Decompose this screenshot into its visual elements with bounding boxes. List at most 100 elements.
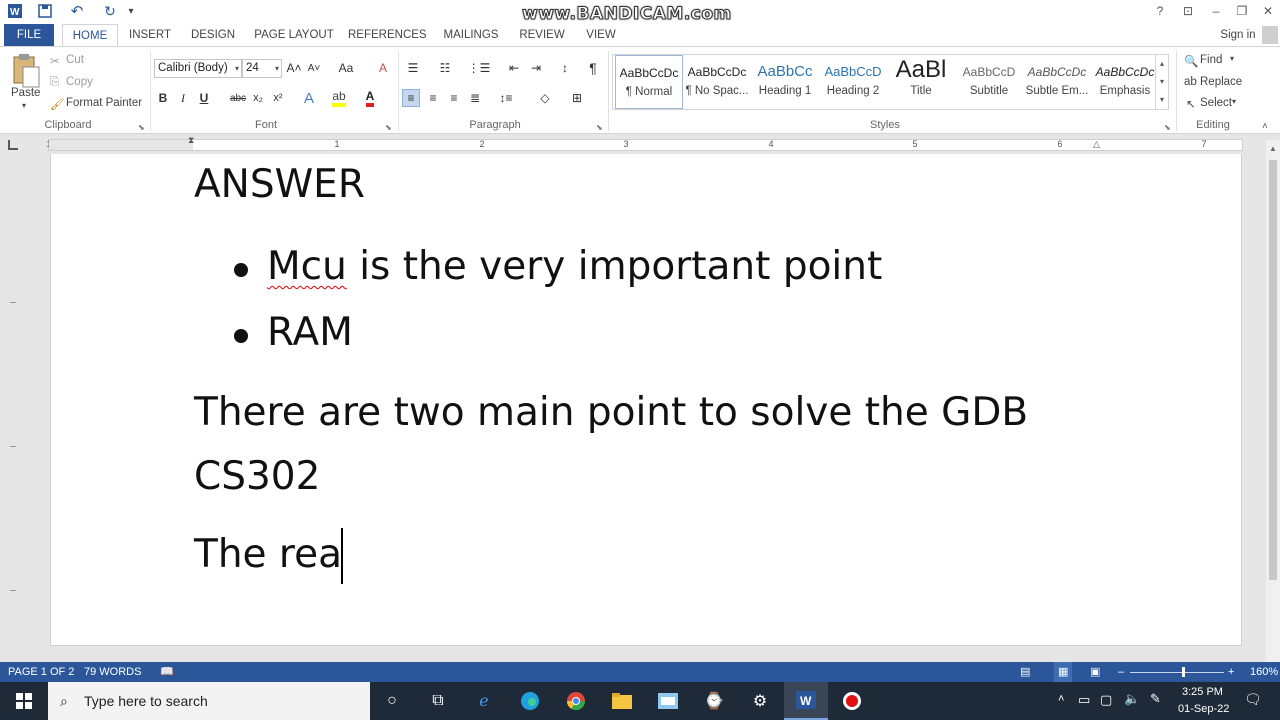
- zoom-in-button[interactable]: +: [1228, 662, 1234, 682]
- word-taskbar-icon[interactable]: W: [784, 682, 828, 720]
- volume-icon[interactable]: 🔈: [1124, 691, 1140, 707]
- scroll-thumb[interactable]: [1269, 160, 1277, 580]
- superscript-button[interactable]: x²: [270, 89, 286, 107]
- notifications-icon[interactable]: 🗨: [1244, 691, 1262, 708]
- subscript-button[interactable]: x₂: [250, 89, 266, 107]
- restore-button[interactable]: ❐: [1228, 0, 1256, 22]
- cut-icon[interactable]: ✂: [50, 54, 60, 68]
- bandicam-record-icon[interactable]: [830, 682, 874, 720]
- doc-paragraph-line[interactable]: The rea: [194, 532, 342, 577]
- align-left-icon[interactable]: ≡: [402, 89, 420, 107]
- cortana-icon[interactable]: ○: [370, 682, 414, 720]
- ribbon-display-options-button[interactable]: ⊡: [1174, 0, 1202, 22]
- font-dialog-launcher-icon[interactable]: ⬊: [385, 123, 392, 132]
- tab-selector-icon[interactable]: [8, 140, 18, 150]
- task-view-icon[interactable]: ⧉: [416, 682, 460, 720]
- taskbar-search-box[interactable]: ⌕ Type here to search: [48, 682, 370, 720]
- network-icon[interactable]: ▭: [1078, 692, 1090, 708]
- page-count[interactable]: PAGE 1 OF 2: [8, 662, 74, 682]
- read-mode-icon[interactable]: ▤: [1020, 662, 1030, 682]
- find-icon[interactable]: 🔍: [1184, 54, 1198, 68]
- clipboard-dialog-launcher-icon[interactable]: ⬊: [138, 123, 145, 132]
- document-page[interactable]: ANSWER Mcu is the very important point R…: [50, 154, 1242, 646]
- sort-icon[interactable]: ↕: [556, 59, 574, 77]
- copy-icon[interactable]: ⎘: [50, 76, 59, 89]
- close-button[interactable]: ✕: [1254, 0, 1280, 22]
- show-formatting-button[interactable]: ¶: [584, 59, 602, 77]
- proofing-icon[interactable]: 📖: [160, 662, 174, 682]
- styles-dialog-launcher-icon[interactable]: ⬊: [1164, 123, 1171, 132]
- tab-home[interactable]: HOME: [62, 24, 118, 47]
- edge-legacy-icon[interactable]: ℯ: [462, 682, 506, 720]
- style-subtitle[interactable]: AaBbCcD Subtitle: [955, 55, 1023, 109]
- windows-start-icon[interactable]: [2, 682, 46, 720]
- font-name-select[interactable]: Calibri (Body) ▾: [154, 59, 242, 78]
- vertical-scrollbar[interactable]: ▲: [1266, 140, 1280, 662]
- zoom-level[interactable]: 160%: [1250, 662, 1278, 682]
- show-hidden-icons-icon[interactable]: ˄: [1058, 693, 1064, 705]
- tab-page-layout[interactable]: PAGE LAYOUT: [252, 24, 336, 46]
- select-button[interactable]: Select: [1200, 97, 1232, 109]
- justify-icon[interactable]: ≣: [466, 89, 484, 107]
- copy-button[interactable]: Copy: [66, 76, 93, 88]
- format-painter-icon[interactable]: 🖌: [50, 97, 65, 111]
- print-layout-icon[interactable]: ▦: [1054, 662, 1073, 682]
- tab-insert[interactable]: INSERT: [126, 24, 174, 46]
- word-count[interactable]: 79 WORDS: [84, 662, 141, 682]
- replace-icon[interactable]: ab: [1184, 76, 1197, 88]
- italic-button[interactable]: I: [176, 89, 190, 107]
- doc-heading[interactable]: ANSWER: [194, 162, 365, 207]
- style-no-spacing[interactable]: AaBbCcDc ¶ No Spac...: [683, 55, 751, 109]
- select-icon[interactable]: ↖: [1186, 97, 1196, 111]
- tab-view[interactable]: VIEW: [580, 24, 622, 46]
- line-spacing-icon[interactable]: ↕≡: [494, 89, 518, 107]
- save-icon[interactable]: [34, 2, 56, 20]
- web-layout-icon[interactable]: ▣: [1090, 662, 1100, 682]
- sign-in-link[interactable]: Sign in: [1214, 24, 1262, 46]
- text-effects-icon[interactable]: A: [300, 89, 318, 107]
- tab-review[interactable]: REVIEW: [516, 24, 568, 46]
- paste-dropdown-icon[interactable]: ▾: [22, 101, 26, 110]
- chrome-icon[interactable]: [554, 682, 598, 720]
- increase-indent-icon[interactable]: ⇥: [526, 59, 546, 77]
- clear-formatting-button[interactable]: A: [374, 59, 392, 77]
- font-color-icon[interactable]: A: [362, 89, 378, 107]
- multilevel-list-icon[interactable]: ⋮☰: [466, 59, 492, 77]
- borders-icon[interactable]: ⊞: [566, 89, 588, 107]
- decrease-indent-icon[interactable]: ⇤: [504, 59, 524, 77]
- tab-mailings[interactable]: MAILINGS: [438, 24, 504, 46]
- change-case-button[interactable]: Aa: [334, 59, 358, 77]
- style-title[interactable]: AaBl Title: [887, 55, 955, 109]
- align-center-icon[interactable]: ≡: [424, 89, 442, 107]
- misspelled-word[interactable]: Mcu: [267, 244, 347, 289]
- replace-button[interactable]: Replace: [1200, 76, 1242, 88]
- tab-references[interactable]: REFERENCES: [348, 24, 427, 46]
- style-heading-2[interactable]: AaBbCcD Heading 2: [819, 55, 887, 109]
- shrink-font-button[interactable]: A˅: [306, 59, 322, 77]
- style-normal[interactable]: AaBbCcDc ¶ Normal: [615, 55, 683, 109]
- clock-time[interactable]: 3:25 PM: [1182, 686, 1223, 698]
- bullets-icon[interactable]: ☰: [402, 59, 424, 77]
- photos-app-icon[interactable]: [646, 682, 690, 720]
- settings-icon[interactable]: ⚙: [738, 682, 782, 720]
- word-app-icon[interactable]: W: [6, 2, 24, 20]
- right-indent-marker-icon[interactable]: △: [1093, 139, 1100, 150]
- tab-file[interactable]: FILE: [4, 24, 54, 46]
- minimize-button[interactable]: –: [1202, 0, 1230, 22]
- grow-font-button[interactable]: A˄: [286, 59, 302, 77]
- customize-qat-icon[interactable]: ▾: [124, 2, 138, 20]
- zoom-out-button[interactable]: –: [1118, 662, 1124, 682]
- style-heading-1[interactable]: AaBbCc Heading 1: [751, 55, 819, 109]
- format-painter-button[interactable]: Format Painter: [66, 97, 142, 109]
- font-size-select[interactable]: 24 ▾: [242, 59, 282, 78]
- undo-button[interactable]: ↶: [62, 2, 92, 20]
- strikethrough-button[interactable]: abc: [228, 89, 248, 107]
- style-emphasis[interactable]: AaBbCcDc Emphasis: [1091, 55, 1159, 109]
- bullet-item[interactable]: Mcu is the very important point: [267, 244, 882, 289]
- indent-marker-icon[interactable]: ⧗: [188, 135, 194, 146]
- collapse-ribbon-icon[interactable]: ˄: [1262, 121, 1268, 132]
- doc-paragraph-line[interactable]: CS302: [194, 454, 320, 499]
- numbering-icon[interactable]: ☷: [434, 59, 456, 77]
- paste-icon[interactable]: [8, 53, 42, 89]
- find-button[interactable]: Find: [1200, 54, 1222, 66]
